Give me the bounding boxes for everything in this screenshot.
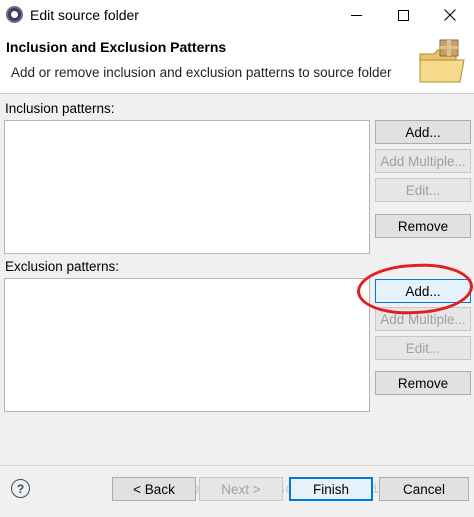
close-button[interactable] bbox=[427, 0, 473, 30]
help-icon[interactable]: ? bbox=[11, 479, 30, 498]
inclusion-patterns-label: Inclusion patterns: bbox=[5, 101, 115, 116]
footer-divider bbox=[0, 465, 474, 466]
inclusion-add-multiple-button[interactable]: Add Multiple... bbox=[375, 149, 471, 173]
close-icon bbox=[444, 9, 456, 21]
page-title: Inclusion and Exclusion Patterns bbox=[6, 39, 227, 55]
back-button[interactable]: < Back bbox=[112, 477, 196, 501]
inclusion-edit-button[interactable]: Edit... bbox=[375, 178, 471, 202]
exclusion-add-multiple-button[interactable]: Add Multiple... bbox=[375, 307, 471, 331]
cancel-button[interactable]: Cancel bbox=[379, 477, 469, 501]
next-button[interactable]: Next > bbox=[199, 477, 283, 501]
inclusion-add-button[interactable]: Add... bbox=[375, 120, 471, 144]
finish-button[interactable]: Finish bbox=[289, 477, 373, 501]
exclusion-edit-button[interactable]: Edit... bbox=[375, 336, 471, 360]
minimize-icon bbox=[350, 14, 362, 16]
eclipse-icon bbox=[6, 6, 23, 23]
wizard-header: Inclusion and Exclusion Patterns Add or … bbox=[0, 30, 474, 94]
exclusion-add-button[interactable]: Add... bbox=[375, 279, 471, 303]
exclusion-remove-button[interactable]: Remove bbox=[375, 371, 471, 395]
title-bar: Edit source folder bbox=[0, 0, 474, 30]
maximize-icon bbox=[397, 9, 409, 21]
inclusion-remove-button[interactable]: Remove bbox=[375, 214, 471, 238]
folder-package-icon bbox=[419, 39, 465, 83]
exclusion-patterns-list[interactable] bbox=[4, 278, 370, 412]
page-description: Add or remove inclusion and exclusion pa… bbox=[11, 65, 392, 80]
minimize-button[interactable] bbox=[333, 0, 379, 30]
maximize-button[interactable] bbox=[380, 0, 426, 30]
inclusion-patterns-list[interactable] bbox=[4, 120, 370, 254]
exclusion-patterns-label: Exclusion patterns: bbox=[5, 259, 120, 274]
window-title: Edit source folder bbox=[30, 7, 139, 23]
